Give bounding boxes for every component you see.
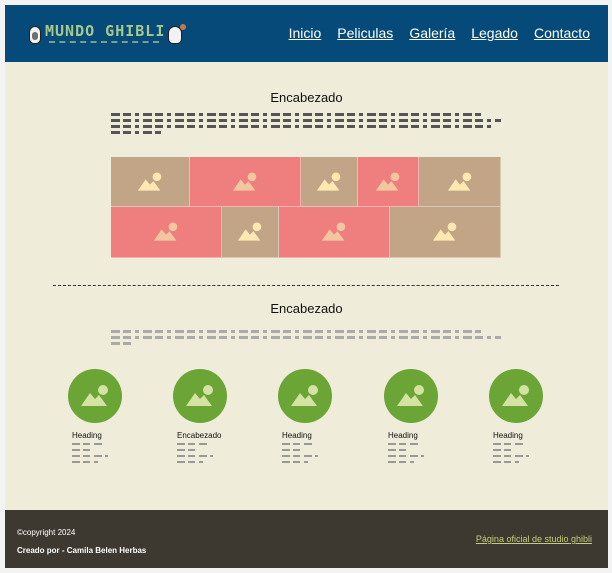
logo-text: MUNDO GHIBLI (45, 22, 166, 40)
gallery-image[interactable] (279, 207, 390, 258)
image-placeholder-icon (81, 385, 108, 406)
card-heading: Heading (72, 431, 102, 440)
feature-card[interactable]: Encabezado (173, 369, 253, 467)
placeholder-text (72, 443, 148, 463)
totoro-icon (29, 26, 41, 44)
section-divider (53, 285, 559, 286)
image-placeholder-icon (316, 171, 341, 191)
gallery-image[interactable] (301, 157, 358, 207)
card-heading: Heading (282, 431, 312, 440)
card-heading: Heading (493, 431, 523, 440)
image-placeholder-icon (68, 369, 122, 423)
copyright-text: ©copyright 2024 (17, 528, 76, 537)
nav-link-legado[interactable]: Legado (471, 25, 518, 41)
image-placeholder-icon (173, 369, 227, 423)
nav-link-contacto[interactable]: Contacto (534, 25, 590, 41)
feature-card[interactable]: Heading (384, 369, 464, 467)
image-placeholder-icon (321, 222, 346, 241)
gallery-image[interactable] (111, 157, 190, 207)
feature-card[interactable]: Heading (489, 369, 569, 467)
site-footer: ©copyright 2024 Creado por - Camila Bele… (5, 510, 608, 568)
image-placeholder-icon (153, 222, 178, 241)
image-gallery (111, 157, 501, 258)
image-placeholder-icon (397, 385, 424, 406)
totoro-icon (168, 24, 186, 44)
studio-ghibli-link[interactable]: Página oficial de studio ghibli (476, 534, 592, 544)
card-heading: Heading (388, 431, 418, 440)
placeholder-text (282, 443, 358, 463)
image-placeholder-icon (186, 385, 213, 406)
nav-link-peliculas[interactable]: Peliculas (337, 25, 393, 41)
logo-underline (49, 41, 159, 43)
image-placeholder-icon (237, 222, 262, 241)
credits-text: Creado por - Camila Belen Herbas (17, 546, 147, 555)
image-placeholder-icon (489, 369, 543, 423)
gallery-image[interactable] (190, 157, 301, 207)
image-placeholder-icon (291, 385, 318, 406)
nav-link-galeria[interactable]: Galería (409, 25, 455, 41)
nav-link-inicio[interactable]: Inicio (289, 25, 322, 41)
card-heading: Encabezado (177, 431, 222, 440)
placeholder-text (111, 113, 501, 137)
section-heading: Encabezado (270, 301, 343, 316)
image-placeholder-icon (502, 385, 529, 406)
gallery-image[interactable] (419, 157, 501, 207)
gallery-image[interactable] (222, 207, 279, 258)
image-placeholder-icon (384, 369, 438, 423)
gallery-image[interactable] (358, 157, 419, 207)
image-placeholder-icon (447, 171, 471, 191)
image-placeholder-icon (232, 171, 257, 191)
placeholder-text (388, 443, 464, 463)
placeholder-text (493, 443, 569, 463)
placeholder-text (177, 443, 253, 463)
site-header: MUNDO GHIBLI Inicio Peliculas Galería Le… (5, 5, 608, 62)
page: MUNDO GHIBLI Inicio Peliculas Galería Le… (5, 5, 608, 568)
image-placeholder-icon (432, 222, 457, 241)
feature-card[interactable]: Heading (278, 369, 358, 467)
gallery-image[interactable] (390, 207, 501, 258)
image-placeholder-icon (278, 369, 332, 423)
gallery-image[interactable] (111, 207, 222, 258)
image-placeholder-icon (137, 171, 162, 191)
feature-card[interactable]: Heading (68, 369, 148, 467)
image-placeholder-icon (375, 171, 400, 191)
main-nav: Inicio Peliculas Galería Legado Contacto (289, 25, 590, 41)
section-heading: Encabezado (270, 90, 343, 105)
site-logo[interactable]: MUNDO GHIBLI (29, 22, 189, 52)
placeholder-text (111, 330, 501, 348)
